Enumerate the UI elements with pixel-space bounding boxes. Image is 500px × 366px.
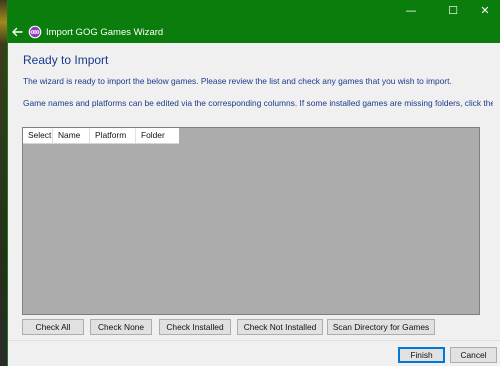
wizard-header: Import GOG Games Wizard: [8, 22, 500, 43]
check-all-button[interactable]: Check All: [22, 319, 84, 335]
column-header-name[interactable]: Name: [53, 128, 90, 143]
column-header-platform[interactable]: Platform: [90, 128, 136, 143]
check-none-button[interactable]: Check None: [90, 319, 152, 335]
instructions-text: The wizard is ready to import the below …: [23, 76, 452, 86]
gog-icon: [28, 25, 42, 39]
column-header-select[interactable]: Select: [23, 128, 53, 143]
edit-hint-text: Game names and platforms can be edited v…: [23, 98, 493, 108]
desktop-background: [0, 0, 8, 366]
page-title: Ready to Import: [23, 53, 109, 67]
window-title: Import GOG Games Wizard: [46, 27, 164, 38]
check-not-installed-button[interactable]: Check Not Installed: [237, 319, 323, 335]
minimize-button[interactable]: —: [394, 0, 428, 22]
wizard-window: — ☐ ✕ Import GOG Games Wizard Ready to I…: [8, 0, 500, 366]
screen: — ☐ ✕ Import GOG Games Wizard Ready to I…: [0, 0, 500, 366]
cancel-button[interactable]: Cancel: [450, 347, 497, 363]
maximize-button[interactable]: ☐: [436, 0, 470, 22]
wizard-footer: Finish Cancel: [8, 340, 500, 366]
column-header-folder[interactable]: Folder: [136, 128, 179, 143]
finish-button[interactable]: Finish: [398, 347, 445, 363]
check-installed-button[interactable]: Check Installed: [159, 319, 231, 335]
games-grid[interactable]: Select Name Platform Folder: [22, 127, 480, 315]
scan-directory-button[interactable]: Scan Directory for Games: [327, 319, 435, 335]
back-arrow-icon[interactable]: [10, 25, 24, 39]
grid-header-row: Select Name Platform Folder: [23, 128, 179, 144]
title-bar[interactable]: — ☐ ✕: [8, 0, 500, 22]
close-button[interactable]: ✕: [468, 0, 500, 22]
